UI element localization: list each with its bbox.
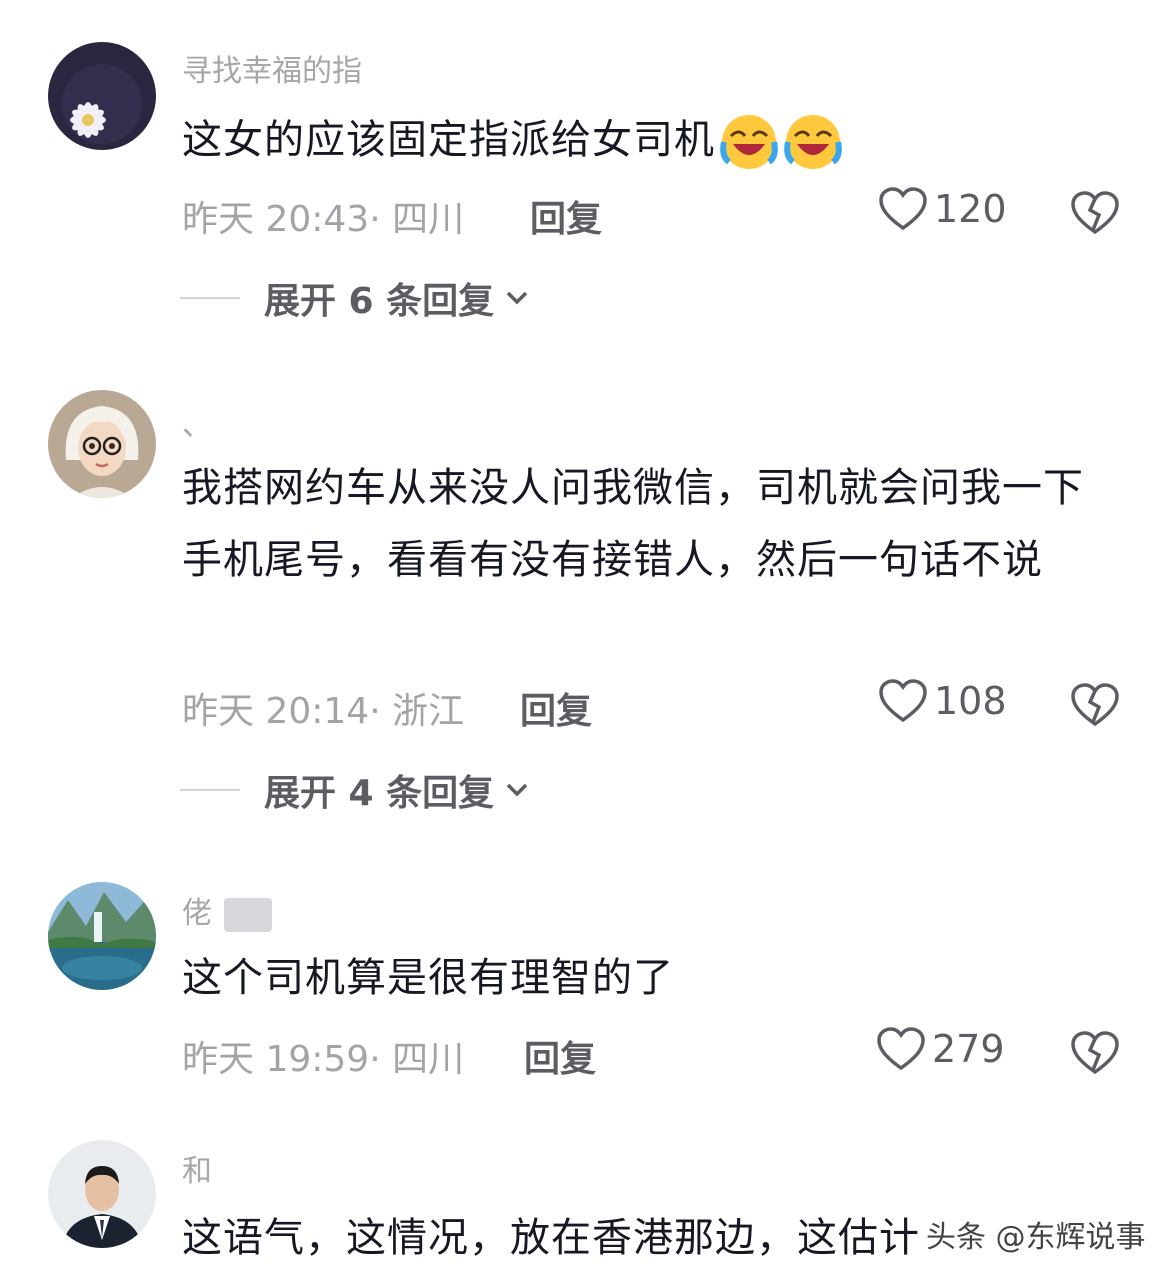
comment-text: 我搭网约车从来没人问我微信，司机就会问我一下手机尾号，看看有没有接错人，然后一句… bbox=[182, 465, 1084, 583]
comment-meta: 昨天 20:14· 浙江 bbox=[182, 691, 465, 732]
heart-icon bbox=[877, 1027, 925, 1071]
reply-button[interactable]: 回复 bbox=[524, 1030, 596, 1082]
reply-button[interactable]: 回复 bbox=[530, 190, 602, 242]
watermark: 头条 @东辉说事 bbox=[926, 1220, 1146, 1255]
broken-heart-icon[interactable] bbox=[1070, 682, 1120, 728]
broken-heart-icon[interactable] bbox=[1070, 1030, 1120, 1076]
avatar[interactable] bbox=[48, 390, 156, 498]
username[interactable]: 、 bbox=[182, 400, 212, 444]
crying-laughing-emoji bbox=[784, 115, 842, 169]
like-count: 279 bbox=[932, 1027, 1005, 1071]
broken-heart-icon[interactable] bbox=[1070, 190, 1120, 236]
comment-meta: 昨天 20:43· 四川 bbox=[182, 199, 465, 240]
divider bbox=[180, 297, 240, 299]
like-button[interactable]: 120 bbox=[878, 186, 1007, 232]
like-button[interactable]: 279 bbox=[876, 1026, 1005, 1072]
expand-replies-button[interactable]: 展开 6 条回复 bbox=[180, 272, 530, 324]
like-count: 120 bbox=[934, 187, 1007, 231]
crying-laughing-emoji bbox=[720, 115, 778, 169]
divider bbox=[180, 789, 240, 791]
comment-text: 这女的应该固定指派给女司机 bbox=[182, 104, 1102, 176]
avatar[interactable] bbox=[48, 882, 156, 990]
reply-button[interactable]: 回复 bbox=[520, 682, 592, 734]
like-button[interactable]: 108 bbox=[878, 678, 1007, 724]
username[interactable]: 寻找幸福的指 bbox=[182, 46, 362, 90]
redacted-name bbox=[223, 897, 272, 932]
avatar[interactable] bbox=[48, 1140, 156, 1248]
expand-replies-button[interactable]: 展开 4 条回复 bbox=[180, 764, 530, 816]
comment-meta: 昨天 19:59· 四川 bbox=[182, 1039, 465, 1080]
like-count: 108 bbox=[934, 679, 1007, 723]
comment-text: 这个司机算是很有理智的了 bbox=[182, 955, 674, 1001]
username[interactable]: 和 bbox=[182, 1146, 212, 1190]
avatar[interactable] bbox=[48, 42, 156, 150]
username[interactable]: 佬 bbox=[182, 888, 272, 932]
heart-icon bbox=[879, 187, 927, 231]
chevron-down-icon bbox=[506, 291, 528, 305]
chevron-down-icon bbox=[506, 783, 528, 797]
heart-icon bbox=[879, 679, 927, 723]
